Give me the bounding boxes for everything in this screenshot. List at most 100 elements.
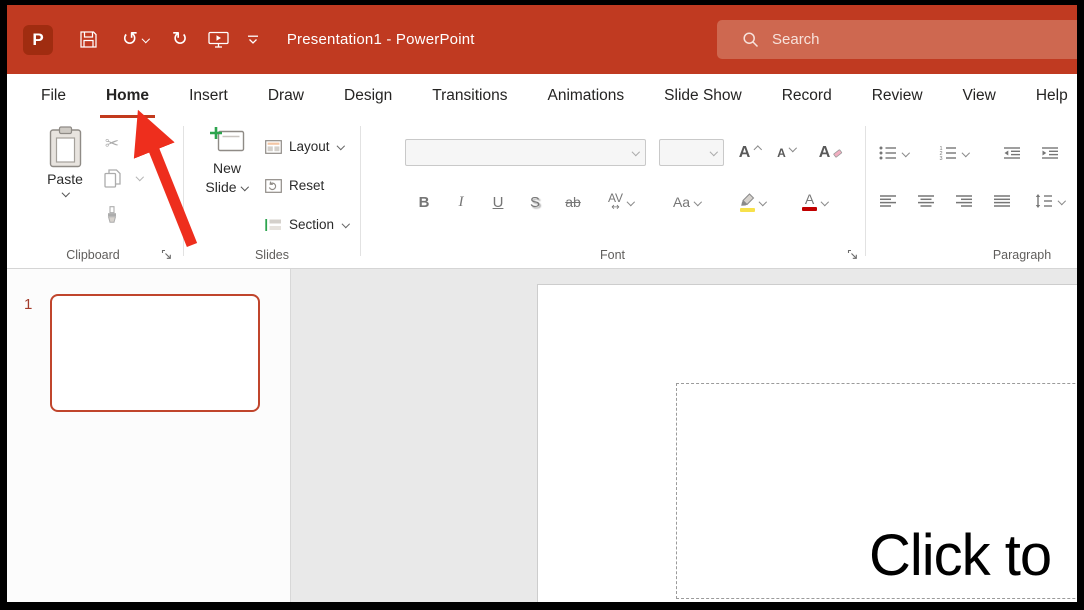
section-icon (265, 218, 282, 232)
decrease-indent-button[interactable] (1003, 140, 1021, 166)
text-highlight-button[interactable] (729, 188, 777, 216)
dialog-launcher-icon (161, 249, 172, 260)
chevron-down-icon (901, 150, 909, 157)
strikethrough-button[interactable]: ab (556, 188, 590, 216)
decrease-indent-icon (1003, 146, 1021, 160)
font-size-combobox[interactable] (659, 139, 724, 166)
layout-button[interactable]: Layout (265, 134, 345, 159)
powerpoint-logo[interactable]: P (23, 25, 53, 55)
align-right-button[interactable] (955, 188, 973, 214)
new-slide-label-line2: Slide (205, 179, 236, 195)
bold-button[interactable]: B (409, 188, 439, 216)
reset-button[interactable]: Reset (265, 173, 324, 198)
title-placeholder-text: Click to (869, 522, 1051, 589)
group-divider (360, 126, 361, 256)
tab-animations[interactable]: Animations (527, 74, 644, 118)
copy-dropdown-chevron-icon[interactable] (135, 174, 143, 181)
tab-file[interactable]: File (21, 74, 86, 118)
format-painter-icon (105, 206, 119, 224)
align-left-button[interactable] (879, 188, 897, 214)
undo-button[interactable]: ↺ (122, 30, 138, 49)
chevron-down-icon (632, 149, 640, 156)
copy-button[interactable] (99, 165, 125, 191)
save-button[interactable] (79, 30, 98, 49)
chevron-up-icon (753, 145, 761, 152)
line-spacing-button[interactable] (1035, 188, 1065, 214)
chevron-down-icon (961, 150, 969, 157)
tab-help[interactable]: Help (1016, 74, 1077, 118)
workspace: 1 Click to (7, 269, 1077, 602)
dialog-launcher-icon (847, 249, 858, 260)
cut-button[interactable]: ✂ (99, 131, 125, 157)
chevron-down-icon (337, 143, 345, 150)
customize-toolbar-icon (247, 35, 259, 45)
clipboard-group-label: Clipboard (7, 248, 179, 262)
numbering-button[interactable]: 123 (939, 140, 969, 166)
slides-group-label: Slides (183, 248, 361, 262)
customize-quick-access-button[interactable] (247, 35, 259, 45)
paste-button[interactable]: Paste (34, 126, 96, 197)
tab-transitions[interactable]: Transitions (412, 74, 527, 118)
clear-formatting-button[interactable]: A (811, 139, 851, 167)
tab-design[interactable]: Design (324, 74, 412, 118)
character-spacing-icon: AV ↔ (608, 192, 623, 213)
italic-button[interactable]: I (446, 188, 476, 216)
character-spacing-button[interactable]: AV ↔ (598, 188, 644, 216)
numbering-icon: 123 (939, 146, 957, 160)
scissors-icon: ✂ (105, 136, 119, 153)
increase-font-size-button[interactable]: A (734, 139, 766, 167)
change-case-letters: Aa (673, 194, 690, 210)
layout-icon (265, 140, 282, 154)
increase-indent-icon (1041, 146, 1059, 160)
justify-button[interactable] (993, 188, 1011, 214)
layout-label: Layout (289, 139, 330, 154)
increase-indent-button[interactable] (1041, 140, 1059, 166)
undo-group: ↺ (122, 30, 150, 49)
paste-label: Paste (47, 171, 83, 187)
bold-letter: B (419, 194, 430, 211)
font-dialog-launcher[interactable] (845, 247, 859, 261)
change-case-button[interactable]: Aa (665, 188, 709, 216)
new-slide-label-line1: New (213, 160, 241, 176)
tab-draw[interactable]: Draw (248, 74, 324, 118)
tab-review[interactable]: Review (852, 74, 943, 118)
tab-view[interactable]: View (943, 74, 1016, 118)
start-slideshow-button[interactable] (208, 31, 229, 48)
slide-thumbnail[interactable] (50, 294, 260, 412)
redo-button[interactable]: ↻ (172, 30, 188, 49)
tab-insert[interactable]: Insert (169, 74, 248, 118)
chevron-down-icon (1057, 198, 1065, 205)
clipboard-icon (49, 126, 82, 168)
align-center-button[interactable] (917, 188, 935, 214)
decrease-font-size-button[interactable]: A (771, 139, 803, 167)
undo-dropdown-chevron-icon[interactable] (142, 36, 150, 43)
slide-canvas[interactable]: Click to (537, 284, 1077, 602)
bullets-button[interactable] (879, 140, 909, 166)
search-label: Search (772, 31, 820, 48)
save-icon (79, 30, 98, 49)
chevron-down-icon (758, 199, 766, 206)
chevron-down-icon (341, 221, 349, 228)
ribbon-tab-strip: File Home Insert Draw Design Transitions… (7, 74, 1077, 118)
title-placeholder[interactable]: Click to (676, 383, 1077, 599)
slide-number: 1 (24, 296, 32, 313)
search-box[interactable]: Search (717, 20, 1077, 59)
underline-letter: U (493, 194, 504, 211)
align-left-icon (879, 194, 897, 208)
format-painter-button[interactable] (99, 202, 125, 228)
paragraph-group-label: Paragraph (907, 248, 1077, 262)
tab-slide-show[interactable]: Slide Show (644, 74, 762, 118)
italic-letter: I (459, 194, 464, 211)
font-name-combobox[interactable] (405, 139, 646, 166)
align-right-icon (955, 194, 973, 208)
underline-button[interactable]: U (483, 188, 513, 216)
tab-record[interactable]: Record (762, 74, 852, 118)
clipboard-dialog-launcher[interactable] (159, 247, 173, 261)
bullets-icon (879, 146, 897, 160)
tab-home[interactable]: Home (86, 74, 169, 118)
font-color-button[interactable]: A (791, 188, 839, 216)
line-spacing-icon (1035, 194, 1053, 208)
text-shadow-button[interactable]: S (520, 188, 550, 216)
new-slide-button[interactable]: New Slide (193, 126, 261, 195)
section-button[interactable]: Section (265, 212, 349, 237)
